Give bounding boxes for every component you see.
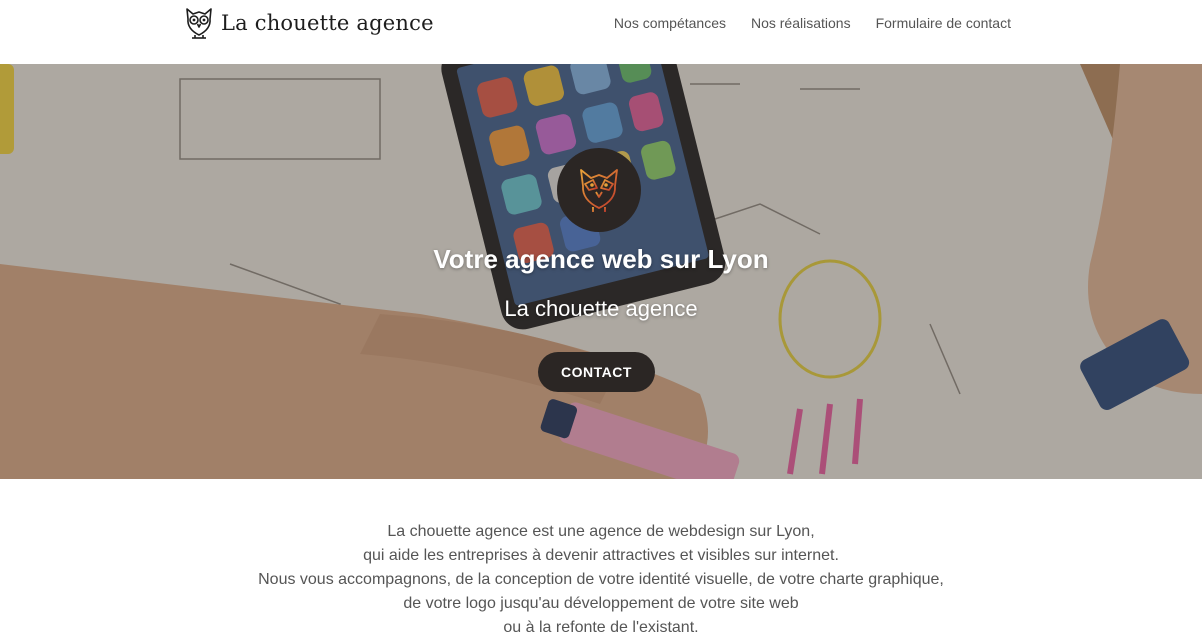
hero-banner: Votre agence web sur Lyon La chouette ag…	[0, 64, 1202, 479]
nav-link-contact-form[interactable]: Formulaire de contact	[876, 15, 1011, 31]
brand-name: La chouette agence	[221, 11, 434, 35]
main-nav: Nos compétances Nos réalisations Formula…	[614, 15, 1011, 31]
intro-line: Nous vous accompagnons, de la conception…	[258, 571, 944, 588]
nav-link-realisations[interactable]: Nos réalisations	[751, 15, 851, 31]
intro-line: qui aide les entreprises à devenir attra…	[363, 547, 839, 564]
hero-subtitle: La chouette agence	[504, 296, 698, 321]
intro-line: ou à la refonte de l'existant.	[503, 619, 699, 636]
intro-line: de votre logo jusqu'au développement de …	[403, 595, 799, 612]
owl-icon	[183, 5, 215, 41]
nav-link-competences[interactable]: Nos compétances	[614, 15, 726, 31]
brand-link[interactable]: La chouette agence	[183, 5, 434, 41]
owl-icon	[557, 148, 641, 232]
hero-title: Votre agence web sur Lyon	[433, 244, 769, 274]
intro-line: La chouette agence est une agence de web…	[387, 523, 815, 540]
site-header: La chouette agence Nos compétances Nos r…	[0, 0, 1202, 64]
contact-button[interactable]: CONTACT	[538, 352, 655, 392]
intro-text: La chouette agence est une agence de web…	[0, 520, 1202, 640]
